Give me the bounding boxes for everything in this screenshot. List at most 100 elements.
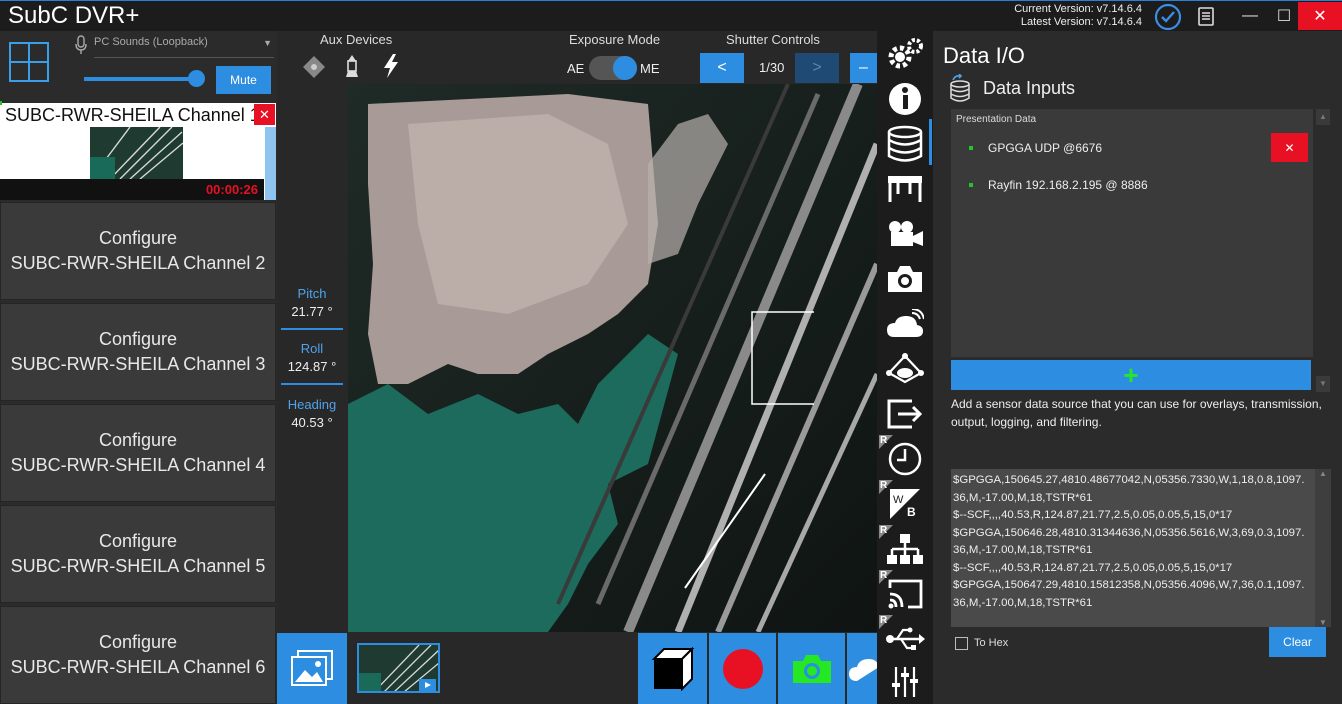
configure-channel-4-button[interactable]: Configure SUBC-RWR-SHEILA Channel 4	[0, 404, 276, 502]
channel-name: SUBC-RWR-SHEILA Channel 2	[10, 253, 266, 273]
usb-icon[interactable]	[883, 619, 927, 659]
to-hex-checkbox[interactable]	[955, 637, 968, 650]
gear-icon[interactable]	[883, 34, 927, 74]
log-line: $GPGGA,150647.29,4810.15812358,N,05356.4…	[953, 579, 1305, 591]
svg-text:B: B	[907, 505, 916, 519]
chevron-down-icon: ▼	[263, 38, 272, 48]
status-dot-icon	[969, 146, 973, 150]
active-channel-header[interactable]: SUBC-RWR-SHEILA Channel 1 ✕	[0, 101, 276, 127]
data-io-panel: Data I/O Data Inputs Presentation Data G…	[933, 31, 1342, 704]
sliders-icon[interactable]	[883, 662, 927, 702]
aux-devices-label: Aux Devices	[320, 32, 393, 47]
channel-panel: PC Sounds (Loopback) ▼ Mute SUBC-RWR-SHE…	[0, 31, 277, 704]
volume-slider-thumb[interactable]	[188, 70, 205, 87]
camera-video-feed[interactable]	[348, 84, 877, 632]
cast-icon[interactable]	[883, 574, 927, 614]
video-camera-icon[interactable]	[883, 214, 927, 254]
clear-log-button[interactable]: Clear	[1269, 627, 1326, 657]
log-scrollbar[interactable]: ▲ ▼	[1315, 469, 1331, 627]
data-log-output[interactable]: $GPGGA,150645.27,4810.48677042,N,05356.7…	[951, 469, 1331, 627]
configure-label: Configure	[98, 228, 178, 248]
configure-label: Configure	[98, 531, 178, 551]
laser-icon[interactable]	[302, 55, 326, 79]
flash-icon[interactable]	[380, 53, 402, 79]
exposure-toggle[interactable]	[589, 56, 637, 80]
current-version: Current Version: v7.14.6.4	[1014, 3, 1142, 15]
data-source-item[interactable]: GPGGA UDP @6676 ✕	[951, 133, 1313, 163]
title-bar: SubC DVR+ Current Version: v7.14.6.4 Lat…	[0, 0, 1342, 31]
exposure-me-label: ME	[640, 61, 660, 76]
heading-value: 40.53 °	[291, 415, 333, 430]
add-source-help-text: Add a sensor data source that you can us…	[951, 397, 1322, 429]
network-icon[interactable]	[883, 349, 927, 389]
log-line: $--SCF,,,,40.53,R,124.87,21.77,2.5,0.05,…	[953, 561, 1233, 574]
list-scroll-down-button[interactable]: ▼	[1316, 376, 1330, 392]
overlay-icon[interactable]	[883, 169, 927, 209]
recording-timer: 00:00:26	[205, 182, 258, 197]
close-channel-button[interactable]: ✕	[254, 104, 275, 125]
exposure-toggle-knob	[613, 56, 637, 80]
configure-channel-2-button[interactable]: Configure SUBC-RWR-SHEILA Channel 2	[0, 202, 276, 300]
configure-channel-5-button[interactable]: Configure SUBC-RWR-SHEILA Channel 5	[0, 505, 276, 603]
shutter-controls-label: Shutter Controls	[726, 32, 820, 47]
configure-label: Configure	[98, 430, 178, 450]
to-hex-label: To Hex	[974, 637, 1009, 649]
up-to-date-check-icon[interactable]	[1154, 3, 1182, 31]
info-icon[interactable]	[883, 79, 927, 119]
panel-title: Data I/O	[943, 43, 1025, 68]
configure-channel-3-button[interactable]: Configure SUBC-RWR-SHEILA Channel 3	[0, 303, 276, 401]
database-icon[interactable]	[883, 124, 927, 164]
settings-sidebar: R R WB R R R	[877, 31, 933, 704]
configure-channel-6-button[interactable]: Configure SUBC-RWR-SHEILA Channel 6	[0, 606, 276, 704]
data-inputs-title: Data Inputs	[983, 78, 1076, 98]
export-icon[interactable]	[883, 394, 927, 434]
lan-icon[interactable]	[883, 529, 927, 569]
timer-bar: 00:00:26	[0, 179, 264, 200]
channel-name: SUBC-RWR-SHEILA Channel 5	[10, 556, 266, 576]
light-icon[interactable]	[342, 53, 362, 79]
cloud-upload-button[interactable]	[847, 633, 877, 704]
configure-label: Configure	[98, 329, 178, 349]
channel-name: SUBC-RWR-SHEILA Channel 4	[10, 455, 266, 475]
pitch-label: Pitch	[297, 286, 327, 301]
active-tab-indicator	[929, 119, 932, 165]
photo-capture-button[interactable]	[778, 633, 845, 704]
channel-name: SUBC-RWR-SHEILA Channel 6	[10, 657, 266, 677]
gallery-button[interactable]	[277, 633, 347, 704]
mute-button[interactable]: Mute	[216, 66, 271, 94]
configure-label: Configure	[98, 632, 178, 652]
list-header: Presentation Data	[956, 114, 1037, 125]
layout-grid-icon[interactable]	[8, 41, 50, 83]
active-channel-name: SUBC-RWR-SHEILA Channel 1	[5, 105, 260, 125]
recording-thumbnail[interactable]	[357, 643, 440, 693]
notes-icon[interactable]	[1195, 5, 1217, 27]
cloud-icon[interactable]	[883, 304, 927, 344]
latest-version: Latest Version: v7.14.6.4	[1020, 16, 1142, 28]
data-source-name: GPGGA UDP @6676	[988, 141, 1103, 155]
remove-source-button[interactable]: ✕	[1271, 133, 1308, 162]
record-button[interactable]	[709, 633, 776, 704]
cloud-icon	[849, 659, 877, 681]
active-channel-preview[interactable]: 00:00:26	[0, 127, 276, 200]
add-data-source-button[interactable]: +	[951, 360, 1311, 390]
clock-icon[interactable]	[883, 439, 927, 479]
close-window-button[interactable]: ✕	[1298, 2, 1342, 30]
snapshot-3d-button[interactable]	[638, 633, 707, 704]
version-info: Current Version: v7.14.6.4 Latest Versio…	[1014, 3, 1142, 29]
shutter-increase-button[interactable]: >	[795, 53, 839, 83]
camera-icon	[792, 654, 831, 683]
audio-device-select[interactable]: PC Sounds (Loopback) ▼	[94, 36, 274, 58]
data-source-item[interactable]: Rayfin 192.168.2.195 @ 8886	[951, 172, 1313, 200]
gallery-icon	[291, 649, 333, 686]
shutter-minus-button[interactable]: –	[850, 53, 877, 83]
pitch-value: 21.77 °	[291, 304, 333, 319]
data-sources-list[interactable]: Presentation Data GPGGA UDP @6676 ✕ Rayf…	[951, 109, 1313, 357]
channel-scrollbar[interactable]	[265, 127, 276, 200]
white-balance-icon[interactable]: WB	[883, 484, 927, 524]
roll-label: Roll	[300, 341, 324, 356]
list-scroll-up-button[interactable]: ▲	[1316, 109, 1330, 125]
log-line: 36,M,-17.00,M,18,TSTR*61	[953, 491, 1093, 504]
camera-settings-icon[interactable]	[883, 259, 927, 299]
shutter-decrease-button[interactable]: <	[700, 53, 744, 83]
volume-slider[interactable]	[84, 70, 205, 87]
